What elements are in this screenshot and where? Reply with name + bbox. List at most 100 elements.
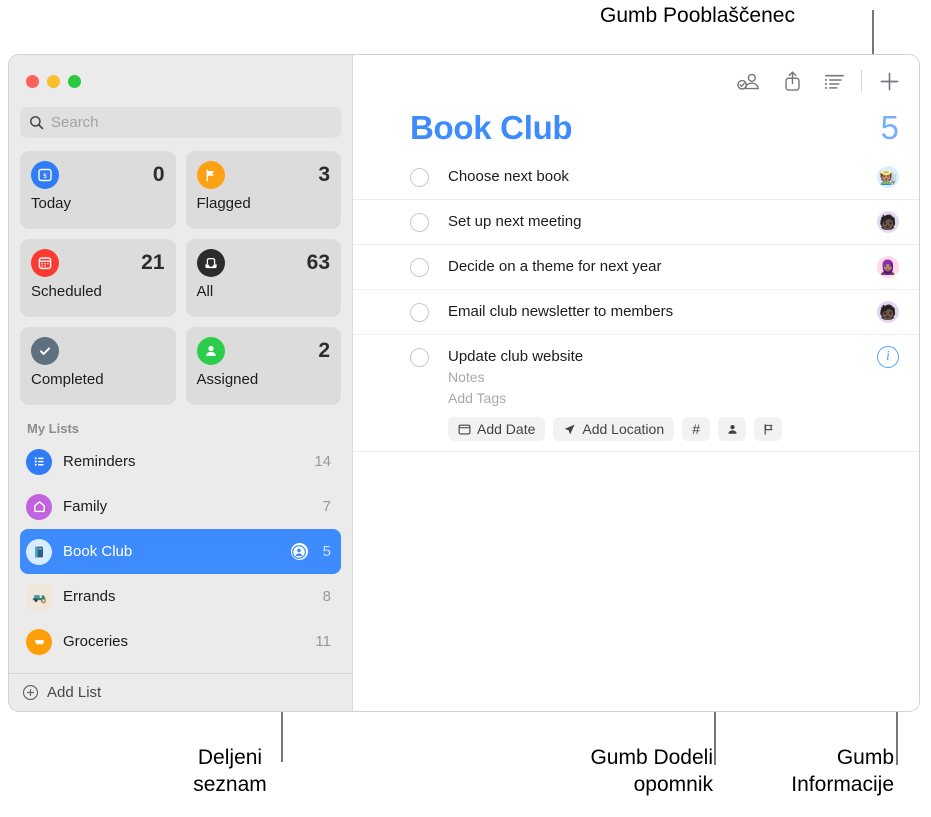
shopping-cart-icon [26,628,52,655]
sidebar-item-count: 5 [322,543,331,560]
smart-list-count: 0 [152,163,165,186]
avatar[interactable]: 🧕🏽 [877,256,899,278]
smart-list-label: Scheduled [31,283,102,300]
reminder-body: Set up next meeting [429,200,877,242]
my-lists-header: My Lists [27,421,80,436]
reminder-title[interactable]: Update club website [448,347,877,367]
house-icon [26,493,52,520]
search-container: Search [9,107,352,138]
reminder-right: i [877,335,899,368]
smart-list-label: Today [31,195,72,212]
reminders-window: Search 5 0 Today 3 Flagged 21 Scheduled … [8,54,920,712]
reminder-row[interactable]: Set up next meeting 🧑🏿 [353,200,919,245]
reminder-body: Email club newsletter to members [429,290,877,332]
person-fill-icon [726,423,739,436]
smart-list-label: Flagged [196,195,251,212]
svg-text:5: 5 [43,174,47,180]
inbox-tray-icon [196,249,225,277]
callout-assign-button-label: Gumb Dodeli opomnik [590,746,713,796]
smart-list-all[interactable]: 63 All [185,239,341,317]
assign-reminder-button[interactable] [718,417,747,441]
callout-shared-list-label: Deljeni seznam [193,746,267,796]
reminder-title: Choose next book [448,168,569,185]
toolbar-divider [861,70,862,92]
sidebar-item-reminders[interactable]: Reminders 14 [20,439,341,484]
add-tag-button[interactable]: # [682,417,711,441]
smart-lists-grid: 5 0 Today 3 Flagged 21 Scheduled 63 All … [9,138,352,405]
reminder-checkbox[interactable] [410,168,429,187]
info-button[interactable]: i [877,346,899,368]
smart-list-flagged[interactable]: 3 Flagged [185,151,341,229]
sidebar-item-groceries[interactable]: Groceries 11 [20,619,341,664]
flag-outline-icon [762,423,775,436]
avatar[interactable]: 🧑🏽‍🌾 [877,166,899,188]
reminder-body: Update club website Notes Add Tags Add D [429,335,877,451]
add-list-button[interactable]: Add List [9,673,352,711]
smart-list-label: Completed [31,371,104,388]
add-date-label: Add Date [477,421,536,437]
smart-list-scheduled[interactable]: 21 Scheduled [20,239,176,317]
smart-list-today[interactable]: 5 0 Today [20,151,176,229]
minimize-button[interactable] [47,74,60,88]
sidebar-item-count: 7 [322,498,331,515]
reminder-row[interactable]: Email club newsletter to members 🧑🏿 [353,290,919,335]
search-icon [29,115,44,130]
list-format-icon[interactable] [824,73,845,90]
share-icon[interactable] [783,70,802,92]
sidebar-item-label: Family [63,498,108,515]
list-title-row: Book Club 5 [353,107,919,147]
reminders-list: Choose next book 🧑🏽‍🌾 Set up next meetin… [353,147,919,711]
reminder-checkbox[interactable] [410,348,429,367]
smart-list-count: 3 [318,163,330,186]
avatar[interactable]: 🧑🏿 [877,301,899,323]
reminder-row[interactable]: Decide on a theme for next year 🧕🏽 [353,245,919,290]
add-date-button[interactable]: Add Date [448,417,546,441]
plus-circle-icon [22,684,39,701]
book-icon [26,538,52,565]
add-location-button[interactable]: Add Location [553,417,675,441]
calendar-icon [31,249,59,277]
avatar[interactable]: 🧑🏿 [877,211,899,233]
reminder-detail-actions: Add Date Add Location # [448,417,877,441]
shared-list-icon[interactable] [290,543,308,560]
sidebar-item-count: 11 [315,633,331,650]
smart-list-count: 63 [306,251,330,274]
main-panel: Book Club 5 Choose next book 🧑🏽‍🌾 Set up… [353,55,919,711]
reminder-right: 🧑🏿 [877,200,899,233]
smart-list-assigned[interactable]: 2 Assigned [185,327,341,405]
reminder-checkbox[interactable] [410,303,429,322]
tags-field[interactable]: Add Tags [448,388,877,409]
window-controls [9,55,352,107]
sidebar-item-errands[interactable]: Errands 8 [20,574,341,619]
search-input[interactable]: Search [20,107,341,138]
smart-list-label: Assigned [196,371,259,388]
sidebar-item-count: 14 [314,453,331,470]
close-button[interactable] [26,74,39,88]
plus-icon[interactable] [878,70,901,93]
smart-list-completed[interactable]: Completed [20,327,176,405]
reminder-title: Decide on a theme for next year [448,258,662,275]
calendar-icon [458,423,471,436]
add-list-label: Add List [47,684,102,701]
reminder-checkbox[interactable] [410,258,429,277]
reminder-row[interactable]: Choose next book 🧑🏽‍🌾 [353,155,919,200]
sidebar-item-book-club[interactable]: Book Club 5 [20,529,341,574]
reminder-checkbox[interactable] [410,213,429,232]
zoom-button[interactable] [68,74,81,88]
smart-list-count: 21 [141,251,165,274]
sidebar-item-family[interactable]: Family 7 [20,484,341,529]
notes-field[interactable]: Notes [448,367,877,388]
reminder-row-expanded[interactable]: Update club website Notes Add Tags Add D [353,335,919,452]
sidebar-item-label: Errands [63,588,116,605]
hash-icon: # [692,421,700,437]
checkmark-icon [31,337,59,365]
reminder-right: 🧕🏽 [877,245,899,278]
person-badge-check-icon[interactable] [736,71,761,92]
sidebar: Search 5 0 Today 3 Flagged 21 Scheduled … [9,55,353,711]
callout-delegate-label: Gumb Pooblaščenec [600,4,795,27]
flag-button[interactable] [754,417,783,441]
sidebar-item-label: Groceries [63,633,129,650]
pickup-truck-icon [26,583,52,610]
sidebar-item-label: Book Club [63,543,133,560]
reminder-title: Email club newsletter to members [448,303,674,320]
